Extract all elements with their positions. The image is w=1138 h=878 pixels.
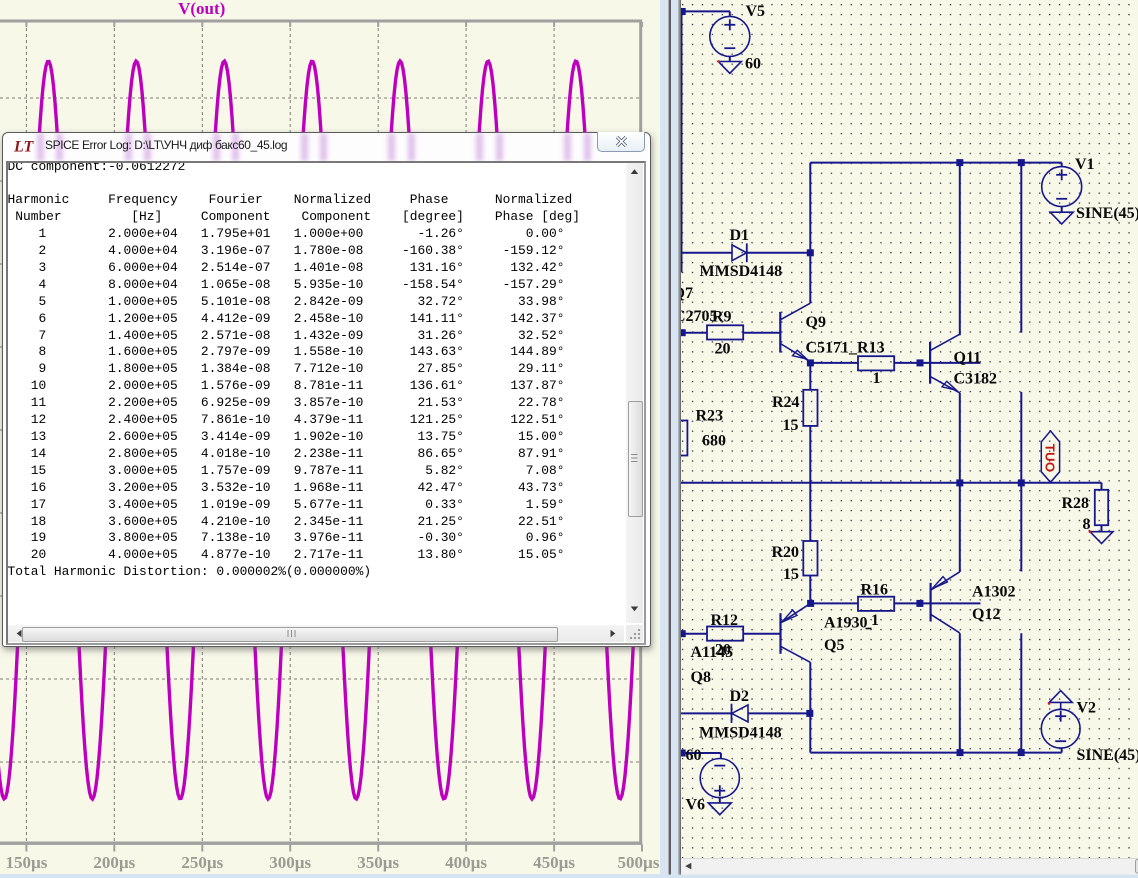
svg-text:Q5: Q5 xyxy=(824,637,844,654)
svg-text:R24: R24 xyxy=(772,394,800,411)
svg-text:8: 8 xyxy=(1083,516,1091,533)
svg-text:15: 15 xyxy=(783,417,799,434)
svg-text:200µs: 200µs xyxy=(93,853,135,872)
svg-text:60: 60 xyxy=(745,56,761,73)
svg-text:SINE(45): SINE(45) xyxy=(1077,747,1138,764)
svg-text:V1: V1 xyxy=(1075,156,1095,173)
svg-text:TUO: TUO xyxy=(1042,444,1057,473)
svg-text:D2: D2 xyxy=(730,688,750,705)
svg-text:680: 680 xyxy=(702,432,726,449)
svg-text:A1930: A1930 xyxy=(824,614,868,631)
svg-text:C5171_R13: C5171_R13 xyxy=(806,339,885,356)
svg-text:V5: V5 xyxy=(746,3,766,20)
svg-text:V6: V6 xyxy=(686,797,706,814)
svg-text:350µs: 350µs xyxy=(357,853,399,872)
svg-text:60: 60 xyxy=(686,747,702,764)
svg-text:MMSD4148: MMSD4148 xyxy=(699,724,782,741)
svg-text:1: 1 xyxy=(873,370,881,387)
svg-text:R23: R23 xyxy=(696,407,724,424)
svg-text:R12: R12 xyxy=(711,612,739,629)
svg-text:R20: R20 xyxy=(772,544,800,561)
svg-text:Q11: Q11 xyxy=(954,350,982,367)
svg-text:MMSD4148: MMSD4148 xyxy=(700,263,783,280)
svg-text:A1145: A1145 xyxy=(691,644,734,661)
svg-text:500µs: 500µs xyxy=(618,853,660,872)
svg-text:A1302: A1302 xyxy=(972,583,1016,600)
svg-text:1: 1 xyxy=(871,612,879,629)
svg-text:Q12: Q12 xyxy=(972,606,1000,623)
svg-text:400µs: 400µs xyxy=(445,853,487,872)
svg-text:150µs: 150µs xyxy=(5,853,47,872)
svg-text:V2: V2 xyxy=(1077,700,1097,717)
svg-text:R9: R9 xyxy=(712,308,732,325)
svg-text:Q9: Q9 xyxy=(806,314,826,331)
svg-text:V(out): V(out) xyxy=(178,0,225,18)
svg-text:R16: R16 xyxy=(861,582,889,599)
svg-text:300µs: 300µs xyxy=(269,853,311,872)
svg-text:C3182: C3182 xyxy=(954,371,998,388)
svg-text:20: 20 xyxy=(715,340,731,357)
svg-text:Q8: Q8 xyxy=(691,669,711,686)
svg-text:R28: R28 xyxy=(1062,495,1090,512)
svg-text:SINE(45): SINE(45) xyxy=(1076,205,1138,222)
svg-text:250µs: 250µs xyxy=(181,853,223,872)
svg-text:15: 15 xyxy=(783,566,799,583)
svg-text:450µs: 450µs xyxy=(533,853,575,872)
svg-text:D1: D1 xyxy=(730,227,750,244)
svg-text:LT: LT xyxy=(13,139,34,156)
